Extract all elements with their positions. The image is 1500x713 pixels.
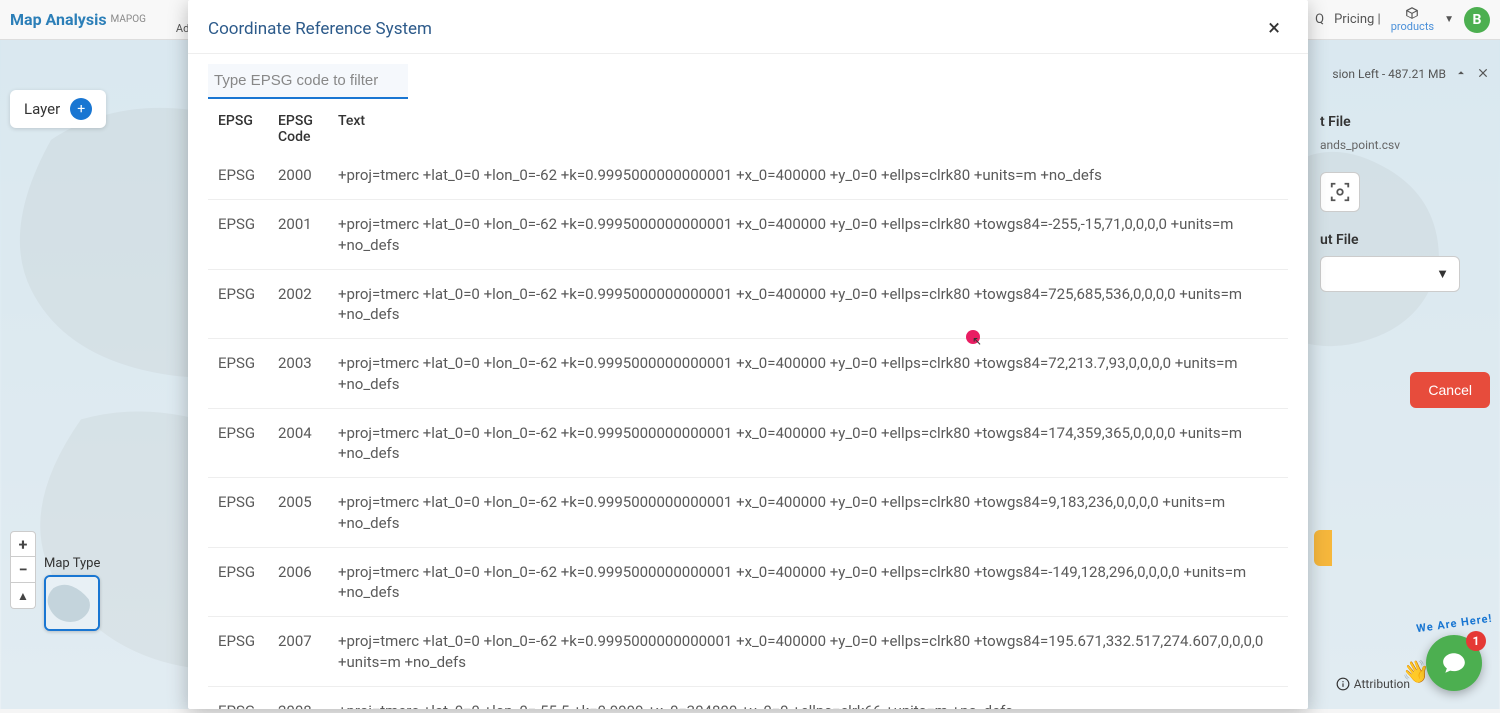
col-epsg-code: EPSG Code [268, 107, 328, 151]
cancel-button[interactable]: Cancel [1410, 372, 1490, 408]
col-text: Text [328, 107, 1288, 151]
cell-code: 2007 [268, 617, 328, 687]
cell-text: +proj=tmerc +lat_0=0 +lon_0=-62 +k=0.999… [328, 151, 1288, 200]
products-label: products [1391, 20, 1434, 33]
app-logo: Map Analysis [10, 10, 107, 29]
modal-header: Coordinate Reference System × [188, 0, 1308, 54]
zoom-out-button[interactable]: − [10, 557, 36, 583]
cell-code: 2008 [268, 686, 328, 709]
cell-epsg: EPSG [208, 200, 268, 270]
pricing-link[interactable]: Pricing | [1334, 12, 1381, 27]
chat-badge: 1 [1466, 631, 1486, 651]
col-epsg: EPSG [208, 107, 268, 151]
globe-thumbnail-icon [46, 577, 98, 629]
reset-north-button[interactable]: ▲ [10, 583, 36, 609]
table-row[interactable]: EPSG2004+proj=tmerc +lat_0=0 +lon_0=-62 … [208, 408, 1288, 478]
modal-body: EPSG EPSG Code Text EPSG2000+proj=tmerc … [188, 54, 1308, 709]
modal-title: Coordinate Reference System [208, 19, 432, 39]
session-status-bar: sion Left - 487.21 MB [1332, 60, 1490, 88]
cell-text: +proj=tmerc +lat_0=0 +lon_0=-62 +k=0.999… [328, 547, 1288, 617]
cell-epsg: EPSG [208, 151, 268, 200]
cell-epsg: EPSG [208, 478, 268, 548]
attribution-link[interactable]: Attribution [1336, 677, 1410, 691]
cell-text: +proj=tmerc +lat_0=0 +lon_0=-62 +k=0.999… [328, 269, 1288, 339]
app-logo-sub: MAPOG [111, 14, 146, 25]
cube-icon [1404, 6, 1420, 20]
user-avatar[interactable]: B [1464, 7, 1490, 33]
table-row[interactable]: EPSG2000+proj=tmerc +lat_0=0 +lon_0=-62 … [208, 151, 1288, 200]
cell-epsg: EPSG [208, 408, 268, 478]
session-left-label: sion Left - 487.21 MB [1332, 67, 1446, 81]
zoom-controls: + − ▲ [10, 531, 36, 609]
chat-icon [1441, 650, 1467, 676]
table-row[interactable]: EPSG2005+proj=tmerc +lat_0=0 +lon_0=-62 … [208, 478, 1288, 548]
table-row[interactable]: EPSG2001+proj=tmerc +lat_0=0 +lon_0=-62 … [208, 200, 1288, 270]
scan-icon [1329, 181, 1351, 203]
chat-widget[interactable]: We Are Here! 👋 1 [1426, 635, 1482, 691]
cell-epsg: EPSG [208, 269, 268, 339]
close-panel-icon[interactable] [1476, 66, 1490, 83]
top-right-menu: Q Pricing | products ▼ B [1315, 6, 1490, 33]
modal-close-button[interactable]: × [1260, 14, 1288, 43]
crs-modal: Coordinate Reference System × EPSG EPSG … [188, 0, 1308, 709]
right-sidebar: t File ands_point.csv ut File ▼ Cancel [1320, 100, 1490, 408]
chevron-down-icon: ▼ [1436, 266, 1449, 282]
table-row[interactable]: EPSG2007+proj=tmerc +lat_0=0 +lon_0=-62 … [208, 617, 1288, 687]
zoom-in-button[interactable]: + [10, 531, 36, 557]
layer-panel-label: Layer [24, 100, 60, 118]
table-row[interactable]: EPSG2008+proj=tmerc +lat_0=0 +lon_0=-55.… [208, 686, 1288, 709]
cell-text: +proj=tmerc +lat_0=0 +lon_0=-62 +k=0.999… [328, 617, 1288, 687]
table-row[interactable]: EPSG2006+proj=tmerc +lat_0=0 +lon_0=-62 … [208, 547, 1288, 617]
cell-epsg: EPSG [208, 617, 268, 687]
submit-button-edge[interactable] [1314, 530, 1332, 566]
map-type-label: Map Type [44, 556, 100, 571]
cell-code: 2000 [268, 151, 328, 200]
epsg-table: EPSG EPSG Code Text EPSG2000+proj=tmerc … [208, 107, 1288, 709]
table-row[interactable]: EPSG2002+proj=tmerc +lat_0=0 +lon_0=-62 … [208, 269, 1288, 339]
dropdown-arrow-icon[interactable]: ▼ [1444, 14, 1454, 25]
output-format-select[interactable]: ▼ [1320, 256, 1460, 292]
expand-icon[interactable] [1454, 66, 1468, 83]
table-row[interactable]: EPSG2003+proj=tmerc +lat_0=0 +lon_0=-62 … [208, 339, 1288, 409]
epsg-filter-input[interactable] [208, 64, 408, 99]
cell-text: +proj=tmerc +lat_0=0 +lon_0=-62 +k=0.999… [328, 200, 1288, 270]
map-type-panel: Map Type [44, 556, 100, 631]
chat-bubble[interactable]: 1 [1426, 635, 1482, 691]
map-type-selector[interactable] [44, 575, 100, 631]
cell-text: +proj=tmerc +lat_0=0 +lon_0=-62 +k=0.999… [328, 478, 1288, 548]
cell-code: 2002 [268, 269, 328, 339]
cell-code: 2003 [268, 339, 328, 409]
cell-text: +proj=tmerc +lat_0=0 +lon_0=-62 +k=0.999… [328, 339, 1288, 409]
plus-icon: + [77, 101, 85, 117]
add-layer-button[interactable]: + [70, 98, 92, 120]
cell-code: 2006 [268, 547, 328, 617]
faq-link[interactable]: Q [1315, 12, 1324, 27]
cell-code: 2001 [268, 200, 328, 270]
cell-text: +proj=tmerc +lat_0=0 +lon_0=-55.5 +k=0.9… [328, 686, 1288, 709]
info-icon [1336, 677, 1350, 691]
scan-button[interactable] [1320, 172, 1360, 212]
cell-epsg: EPSG [208, 339, 268, 409]
cell-epsg: EPSG [208, 686, 268, 709]
input-file-title: t File [1320, 114, 1490, 130]
input-filename: ands_point.csv [1320, 138, 1490, 152]
products-menu[interactable]: products [1391, 6, 1434, 33]
layer-panel: Layer + [10, 90, 106, 128]
cell-code: 2005 [268, 478, 328, 548]
cell-text: +proj=tmerc +lat_0=0 +lon_0=-62 +k=0.999… [328, 408, 1288, 478]
cell-code: 2004 [268, 408, 328, 478]
cell-epsg: EPSG [208, 547, 268, 617]
output-file-title: ut File [1320, 232, 1490, 248]
